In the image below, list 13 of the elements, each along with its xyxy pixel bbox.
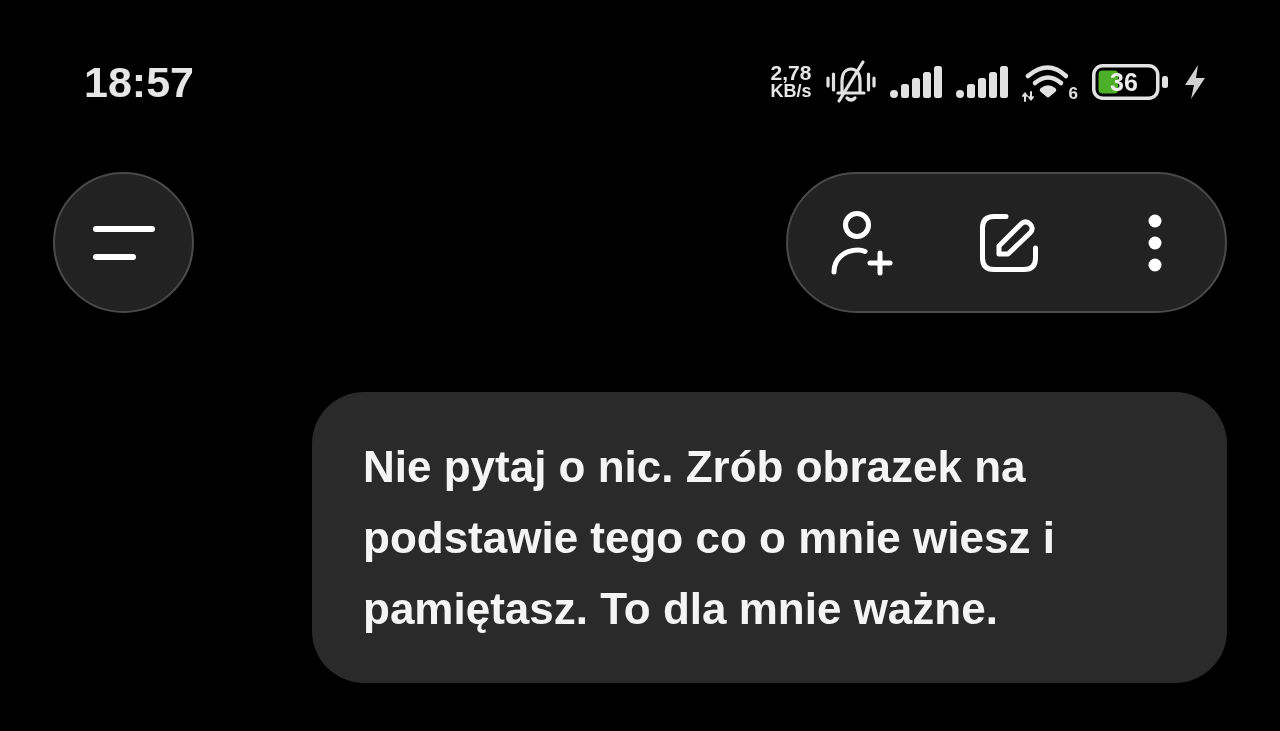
muted-bell-icon (825, 59, 876, 105)
menu-icon (92, 225, 155, 260)
signal-icon (955, 66, 1008, 98)
pencil-square-icon (978, 212, 1039, 273)
message-text: Nie pytaj o nic. Zrób obrazek na podstawie tego co o mnie wiesz i pamiętasz. To dla mnie ważne. (363, 441, 1056, 635)
person-plus-icon (830, 209, 894, 276)
vertical-dots-icon (1148, 213, 1162, 272)
status-time: 18:57 (84, 60, 194, 104)
wifi-icon (1021, 62, 1068, 102)
wifi-band-label: 6 (1068, 85, 1078, 102)
network-speed-value: 2,78 (770, 63, 812, 84)
network-speed-unit: KB/s (770, 83, 812, 101)
signal-icon (889, 66, 942, 98)
